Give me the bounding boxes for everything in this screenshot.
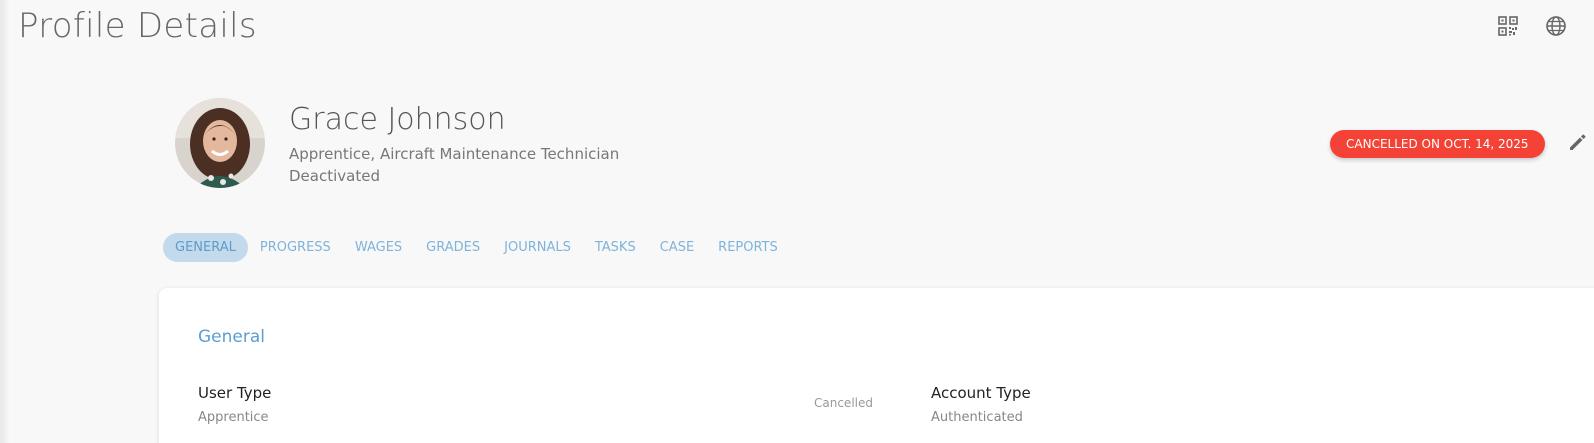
cancelled-status-badge: CANCELLED ON OCT. 14, 2025 — [1330, 130, 1545, 158]
account-type-value: Authenticated — [931, 410, 1023, 425]
profile-role: Apprentice, Aircraft Maintenance Technic… — [289, 145, 620, 163]
tab-tasks[interactable]: TASKS — [583, 233, 648, 262]
pencil-icon[interactable] — [1568, 132, 1588, 156]
user-type-value: Apprentice — [198, 410, 269, 425]
user-type-label: User Type — [198, 384, 272, 402]
qr-code-icon[interactable] — [1496, 14, 1520, 38]
general-card: General User Type Apprentice Cancelled A… — [159, 288, 1594, 443]
sidebar-edge — [0, 0, 10, 443]
globe-icon[interactable] — [1544, 14, 1568, 38]
tab-general[interactable]: GENERAL — [163, 233, 248, 262]
section-title-general: General — [198, 327, 265, 347]
user-type-status: Cancelled — [814, 396, 873, 410]
profile-status: Deactivated — [289, 167, 380, 185]
page-title: Profile Details — [18, 6, 257, 46]
profile-tabs: GENERAL PROGRESS WAGES GRADES JOURNALS T… — [163, 233, 790, 262]
avatar — [175, 98, 265, 188]
account-type-label: Account Type — [931, 384, 1031, 402]
tab-grades[interactable]: GRADES — [414, 233, 492, 262]
tab-journals[interactable]: JOURNALS — [492, 233, 583, 262]
profile-name: Grace Johnson — [289, 102, 506, 137]
tab-reports[interactable]: REPORTS — [706, 233, 790, 262]
tab-case[interactable]: CASE — [648, 233, 706, 262]
tab-progress[interactable]: PROGRESS — [248, 233, 343, 262]
tab-wages[interactable]: WAGES — [343, 233, 414, 262]
